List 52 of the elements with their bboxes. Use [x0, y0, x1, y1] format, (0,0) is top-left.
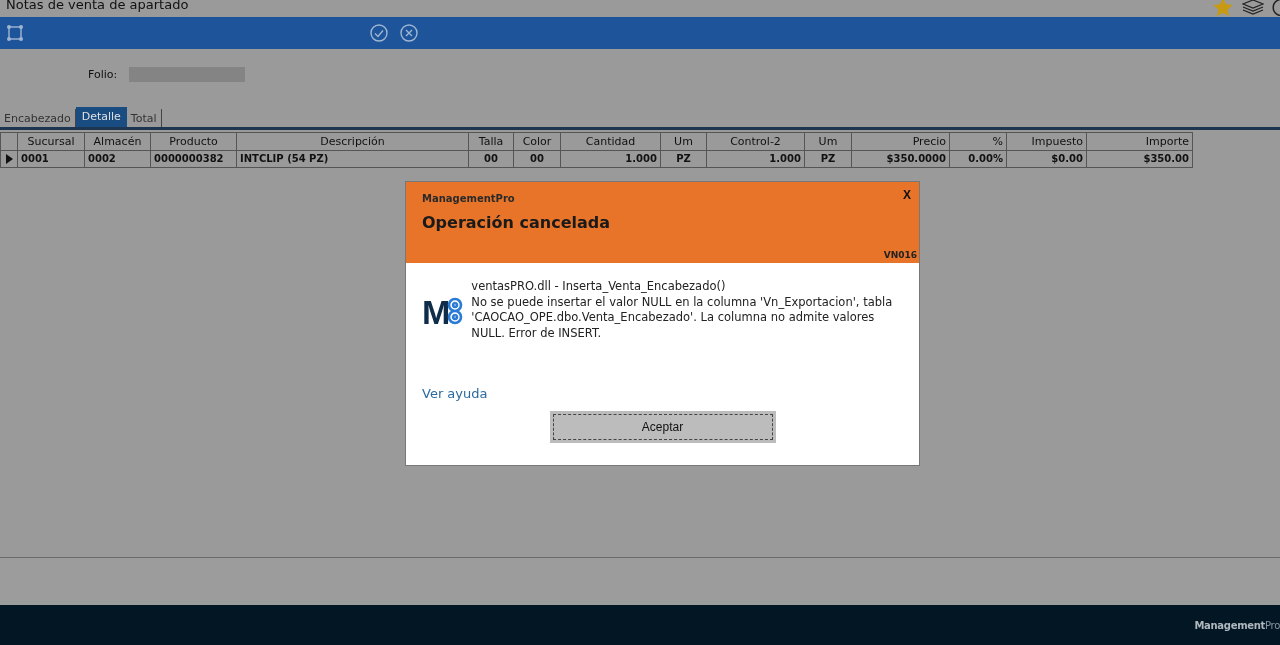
footer-brand: ManagementPro — [1194, 619, 1280, 631]
column-header: Producto — [151, 132, 237, 151]
row-pointer-icon — [5, 154, 13, 164]
table-cell: 0000000382 — [151, 151, 237, 168]
check-circle-icon[interactable] — [370, 24, 388, 42]
column-header: Talla — [469, 132, 514, 151]
crop-frame-icon[interactable] — [6, 24, 24, 42]
table-cell: $350.00 — [1087, 151, 1193, 168]
table-cell: PZ — [805, 151, 852, 168]
logo-letter: M — [422, 295, 448, 329]
error-source: ventasPRO.dll - Inserta_Venta_Encabezado() — [471, 279, 727, 295]
column-header: Precio — [852, 132, 950, 151]
table-cell: INTCLIP (54 PZ) — [237, 151, 469, 168]
header-corner — [0, 132, 18, 151]
column-header: Descripción — [237, 132, 469, 151]
logo-swirl-icon — [447, 297, 464, 327]
column-header: Cantidad — [561, 132, 661, 151]
column-header: Um — [661, 132, 707, 151]
column-header: Control-2 — [707, 132, 805, 151]
table-cell: 0002 — [85, 151, 151, 168]
table-cell: 0001 — [18, 151, 85, 168]
column-header: % — [950, 132, 1007, 151]
column-header: Almacén — [85, 132, 151, 151]
table-cell: $0.00 — [1007, 151, 1087, 168]
dialog-app-name: ManagementPro — [422, 193, 516, 204]
error-code: VN016 — [883, 250, 917, 260]
table-cell: PZ — [661, 151, 707, 168]
folio-label: Folio: — [88, 68, 118, 81]
tab[interactable]: Encabezado — [0, 109, 76, 127]
tab[interactable]: Detalle — [75, 107, 127, 127]
row-indicator[interactable] — [0, 151, 18, 168]
column-header: Color — [514, 132, 561, 151]
column-header: Um — [805, 132, 852, 151]
table-cell: 1.000 — [561, 151, 661, 168]
table-cell: 1.000 — [707, 151, 805, 168]
column-header: Sucursal — [18, 132, 85, 151]
accept-button[interactable]: Aceptar — [549, 411, 776, 443]
column-header: Impuesto — [1007, 132, 1087, 151]
star-icon[interactable] — [1212, 0, 1234, 17]
table-cell: 00 — [514, 151, 561, 168]
layers-icon[interactable] — [1242, 0, 1264, 15]
tab[interactable]: Total — [126, 109, 162, 127]
error-message: No se puede insertar el valor NULL en la columna 'Vn_Exportacion', tabla 'CAOCAO_OPE.dbo.Venta_Encabezado'. La columna no admite valores NULL. Error de INSERT. — [471, 294, 894, 341]
dialog-title: Operación cancelada — [422, 213, 612, 232]
close-button[interactable]: X — [901, 188, 913, 202]
table-cell: 00 — [469, 151, 514, 168]
help-link[interactable]: Ver ayuda — [422, 386, 488, 401]
window-title: Notas de venta de apartado — [6, 0, 189, 11]
table-cell: $350.0000 — [852, 151, 950, 168]
table-cell: 0.00% — [950, 151, 1007, 168]
close-circle-icon[interactable] — [400, 24, 418, 42]
column-header: Importe — [1087, 132, 1193, 151]
